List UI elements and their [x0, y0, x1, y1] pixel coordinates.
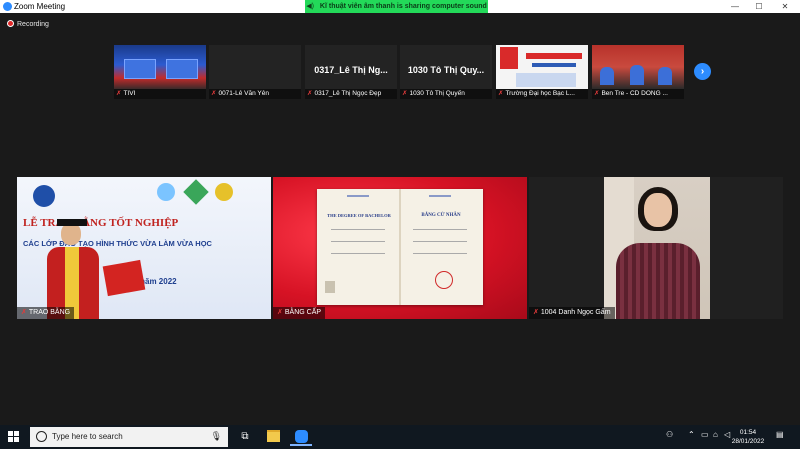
mic-muted-icon: ✗	[116, 90, 122, 97]
diploma-title-en: THE DEGREE OF BACHELOR	[327, 213, 391, 218]
participant-label: ✗ 1030 Tô Thị Quyến	[400, 89, 492, 99]
participant-label: ✗ 0071-Lê Văn Yên	[209, 89, 301, 99]
participant-label: ✗ 1004 Danh Ngọc Gấm	[529, 307, 615, 319]
recording-label: Recording	[17, 21, 49, 28]
windows-taskbar: Type here to search 🎙 ⧉ ⚇ ⌃ ▭ ⌂ ◁ 01:54 …	[0, 425, 800, 449]
mic-muted-icon: ✗	[21, 309, 27, 316]
network-icon[interactable]: ⌂	[713, 430, 718, 439]
people-icon[interactable]: ⚇	[666, 430, 673, 439]
diploma-title-vi: BẰNG CỬ NHÂN	[421, 213, 461, 218]
mic-muted-icon: ✗	[533, 309, 539, 316]
participant-video	[592, 45, 684, 89]
next-page-button[interactable]: ›	[694, 63, 711, 80]
zoom-taskbar-icon[interactable]	[290, 428, 312, 446]
sharing-sound-text: Kĩ thuật viên âm thanh is sharing comput…	[319, 3, 487, 10]
search-placeholder: Type here to search	[52, 432, 123, 441]
file-explorer-icon[interactable]	[262, 428, 284, 446]
diploma-document: THE DEGREE OF BACHELOR BẰNG CỬ NHÂN	[317, 189, 483, 305]
microphone-icon[interactable]: 🎙	[211, 431, 222, 442]
participant-name-display: 0317_Lê Thị Ng...	[314, 65, 388, 75]
main-tile-danh-ngoc-gam[interactable]: ✗ 1004 Danh Ngọc Gấm	[529, 177, 783, 319]
windows-start-icon[interactable]	[8, 431, 20, 443]
recording-dot-icon	[7, 20, 14, 27]
participant-label: ✗ TIVI	[114, 89, 206, 99]
mic-muted-icon: ✗	[402, 90, 408, 97]
diploma-cover	[102, 259, 146, 297]
participant-label: ✗ Trường Đại học Bạc L...	[496, 89, 588, 99]
main-tile-trao-bang[interactable]: LỄ TRAO BẰNG TỐT NGHIỆP CÁC LỚP ĐÀO TẠO …	[17, 177, 271, 319]
battery-icon[interactable]: ▭	[701, 430, 709, 439]
mic-muted-icon: ✗	[594, 90, 600, 97]
participant-video	[604, 177, 710, 319]
official-seal	[435, 271, 453, 289]
participant-tile-le-van-yen[interactable]: ✗ 0071-Lê Văn Yên	[209, 45, 301, 99]
zoom-app-icon	[3, 2, 12, 11]
chevron-up-icon[interactable]: ⌃	[688, 430, 695, 439]
mic-muted-icon: ✗	[498, 90, 504, 97]
speaker-icon: ◀)	[306, 3, 314, 10]
participant-tile-tivi[interactable]: ✗ TIVI	[114, 45, 206, 99]
university-logo-icon	[33, 185, 55, 207]
participant-tile-truong-dai-hoc[interactable]: ✗ Trường Đại học Bạc L...	[496, 45, 588, 99]
participant-label: ✗ TRAO BẰNG	[17, 307, 75, 319]
participant-video: LỄ TRAO BẰNG TỐT NGHIỆP CÁC LỚP ĐÀO TẠO …	[17, 177, 271, 319]
participant-label: ✗ BẰNG CẤP	[273, 307, 326, 319]
participant-label: ✗ 0317_Lê Thị Ngọc Đẹp	[305, 89, 397, 99]
recording-indicator[interactable]: Recording	[7, 20, 49, 30]
mic-muted-icon: ✗	[277, 309, 283, 316]
task-view-icon[interactable]: ⧉	[234, 428, 256, 446]
taskbar-search-input[interactable]: Type here to search 🎙	[30, 427, 228, 447]
participant-video	[496, 45, 588, 89]
participant-label: ✗ Ben Tre - CD DONG ...	[592, 89, 684, 99]
clock-time: 01:54	[739, 429, 757, 436]
participant-video: THE DEGREE OF BACHELOR BẰNG CỬ NHÂN	[273, 177, 527, 319]
participant-tile-le-thi-ngoc-dep[interactable]: 0317_Lê Thị Ng... ✗ 0317_Lê Thị Ngọc Đẹp	[305, 45, 397, 99]
notification-icon[interactable]: ▤	[776, 430, 784, 439]
mic-muted-icon: ✗	[211, 90, 217, 97]
participant-tile-to-thi-quyen[interactable]: 1030 Tô Thị Quy... ✗ 1030 Tô Thị Quyến	[400, 45, 492, 99]
maximize-button[interactable]: ☐	[746, 0, 772, 13]
mic-muted-icon: ✗	[307, 90, 313, 97]
minimize-button[interactable]: —	[722, 0, 748, 13]
taskbar-clock[interactable]: 01:54 28/01/2022	[728, 428, 768, 446]
sharing-sound-banner[interactable]: ◀) Kĩ thuật viên âm thanh is sharing comp…	[305, 0, 488, 13]
window-title: Zoom Meeting	[14, 2, 66, 11]
participant-tile-ben-tre[interactable]: ✗ Ben Tre - CD DONG ...	[592, 45, 684, 99]
close-button[interactable]: ✕	[772, 0, 798, 13]
clock-date: 28/01/2022	[731, 438, 765, 445]
participant-video	[114, 45, 206, 89]
participant-name-display: 1030 Tô Thị Quy...	[407, 65, 485, 75]
main-tile-bang-cap[interactable]: THE DEGREE OF BACHELOR BẰNG CỬ NHÂN ✗ BẰN…	[273, 177, 527, 319]
search-icon	[36, 431, 47, 442]
